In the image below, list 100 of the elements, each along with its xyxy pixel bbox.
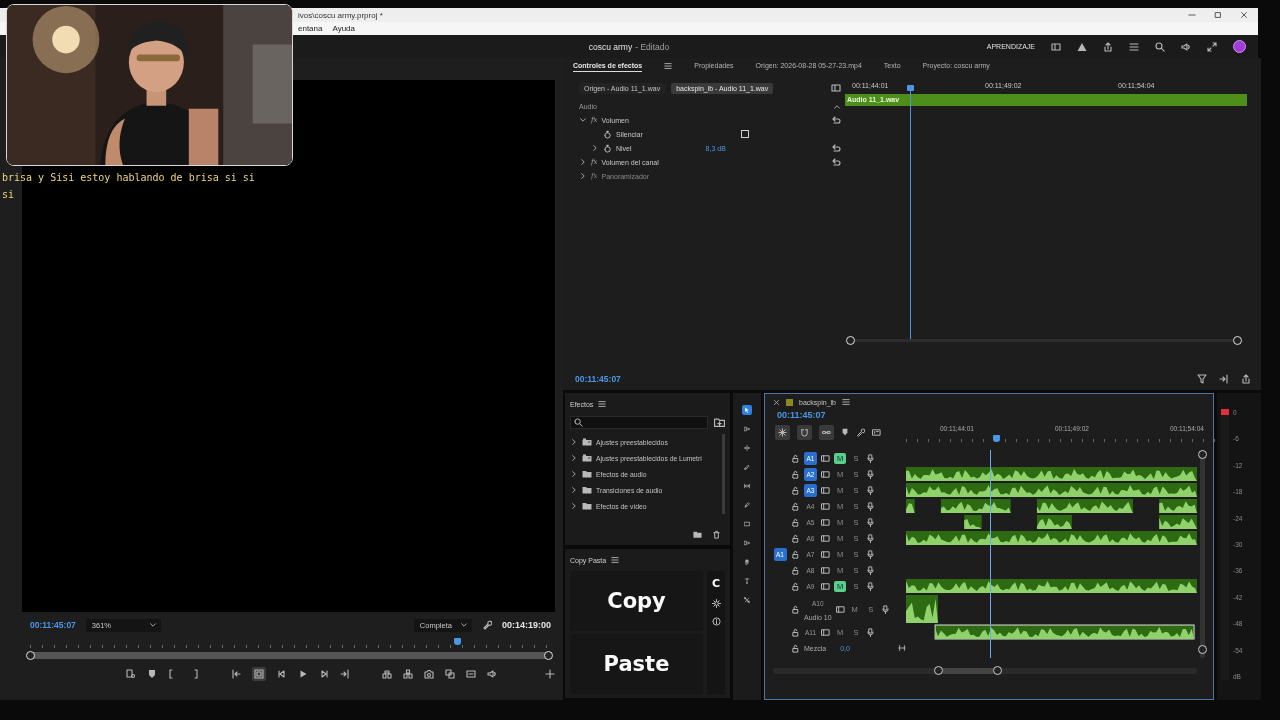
mic-icon[interactable] <box>866 533 875 543</box>
lift-icon[interactable] <box>382 669 392 679</box>
camera-icon[interactable] <box>424 669 434 679</box>
play-icon[interactable] <box>298 669 308 679</box>
maximize-icon[interactable] <box>1214 11 1222 19</box>
scroll-bar[interactable] <box>28 652 551 659</box>
tool-select-icon[interactable] <box>742 405 752 415</box>
trash-icon[interactable] <box>712 530 721 539</box>
audio-clip[interactable] <box>964 515 982 529</box>
mic-icon[interactable] <box>866 565 875 575</box>
audio-clip[interactable] <box>1036 515 1072 529</box>
step-forward-icon[interactable] <box>319 669 329 679</box>
mic-icon[interactable] <box>866 485 875 495</box>
panel-menu-icon[interactable] <box>611 556 620 564</box>
lock-icon[interactable] <box>791 581 800 591</box>
tool-hand-icon[interactable] <box>742 557 752 567</box>
sync-lock-icon[interactable] <box>821 581 830 591</box>
playhead-handle[interactable] <box>992 435 1000 442</box>
sync-lock-icon[interactable] <box>821 627 831 637</box>
marker-list-icon[interactable] <box>126 669 136 679</box>
mic-icon[interactable] <box>866 501 875 511</box>
lock-icon[interactable] <box>791 517 800 527</box>
audio-clip[interactable] <box>906 483 1197 497</box>
reset-icon[interactable] <box>831 115 841 125</box>
share-icon[interactable] <box>1103 41 1113 52</box>
mic-icon[interactable] <box>880 604 890 614</box>
search-icon[interactable] <box>1155 41 1165 52</box>
chevron-icon[interactable] <box>579 116 587 124</box>
snap-icon[interactable] <box>797 424 812 440</box>
lock-icon[interactable] <box>791 469 800 479</box>
tool-pen-icon[interactable] <box>742 500 752 510</box>
collapse-icon[interactable] <box>833 102 841 111</box>
search-field[interactable] <box>570 416 708 429</box>
nest-icon[interactable] <box>775 424 790 440</box>
audio-clip[interactable] <box>934 624 1195 640</box>
end-icon[interactable] <box>898 644 906 652</box>
lock-icon[interactable] <box>791 485 800 495</box>
lock-icon[interactable] <box>791 533 800 543</box>
panel-menu-icon[interactable] <box>664 62 673 70</box>
audio-clip[interactable] <box>940 499 1011 513</box>
scroll-bar[interactable] <box>1200 450 1205 658</box>
speaker-icon[interactable] <box>1181 41 1191 52</box>
action-button[interactable]: Copy <box>570 571 703 631</box>
mic-icon[interactable] <box>866 469 875 479</box>
add-marker-icon[interactable] <box>147 669 157 679</box>
step-back-icon[interactable] <box>277 669 287 679</box>
action-button[interactable]: Paste <box>570 634 703 694</box>
lock-icon[interactable] <box>791 627 800 637</box>
audio-clip[interactable] <box>906 531 1197 545</box>
export-icon[interactable] <box>1241 374 1251 384</box>
stopwatch-icon[interactable] <box>603 143 612 153</box>
speaker-icon[interactable] <box>487 669 497 679</box>
layout-icon[interactable] <box>831 83 841 93</box>
reset-icon[interactable] <box>831 157 841 167</box>
lock-icon[interactable] <box>791 604 800 614</box>
sync-lock-icon[interactable] <box>821 501 830 511</box>
lock-icon[interactable] <box>791 643 800 653</box>
captions-icon[interactable] <box>872 427 881 437</box>
sync-lock-icon[interactable] <box>821 533 830 543</box>
playhead[interactable] <box>454 638 462 645</box>
tool-remix-icon[interactable] <box>742 595 752 605</box>
panel-menu-icon[interactable] <box>598 400 607 408</box>
playhead-line[interactable] <box>990 450 992 658</box>
go-to-out-icon[interactable] <box>340 669 350 679</box>
safe-margins-icon[interactable] <box>252 667 266 681</box>
audio-clip[interactable] <box>906 595 938 623</box>
mic-icon[interactable] <box>866 581 875 591</box>
timecode[interactable]: 00:11:45:07 <box>773 408 1207 422</box>
go-to-in-icon[interactable] <box>231 669 241 679</box>
info-icon[interactable] <box>711 617 721 626</box>
mic-icon[interactable] <box>866 549 875 559</box>
sync-lock-icon[interactable] <box>821 565 830 575</box>
audio-clip[interactable] <box>906 579 1197 593</box>
tool-type-icon[interactable] <box>742 576 752 586</box>
wrench-icon[interactable] <box>481 620 492 630</box>
new-bin-icon[interactable] <box>693 530 702 539</box>
lock-icon[interactable] <box>791 453 800 463</box>
settings-icon[interactable] <box>711 599 721 608</box>
audio-clip[interactable] <box>906 499 915 513</box>
lock-icon[interactable] <box>791 501 800 511</box>
tool-ripple-icon[interactable] <box>742 443 752 453</box>
timecode[interactable]: 00:11:45:07 <box>575 374 621 384</box>
audio-clip[interactable] <box>906 467 1197 481</box>
wrench-icon[interactable] <box>856 427 865 437</box>
tool-track-select-icon[interactable] <box>742 424 752 434</box>
reset-icon[interactable] <box>831 143 841 153</box>
tool-razor-icon[interactable] <box>742 462 752 472</box>
tool-slip-icon[interactable] <box>742 481 752 491</box>
sync-lock-icon[interactable] <box>821 485 830 495</box>
step-icon[interactable] <box>1219 374 1229 384</box>
audio-clip[interactable] <box>1159 515 1197 529</box>
scroll-bar[interactable] <box>773 668 1197 674</box>
sync-lock-icon[interactable] <box>821 549 830 559</box>
stopwatch-icon[interactable] <box>603 129 612 139</box>
sync-lock-icon[interactable] <box>821 453 830 463</box>
menu-item[interactable]: entana <box>298 24 323 33</box>
mic-icon[interactable] <box>866 453 875 463</box>
tool-track-select-icon[interactable] <box>742 538 752 548</box>
close-icon[interactable] <box>773 398 780 406</box>
sync-lock-icon[interactable] <box>835 604 845 614</box>
